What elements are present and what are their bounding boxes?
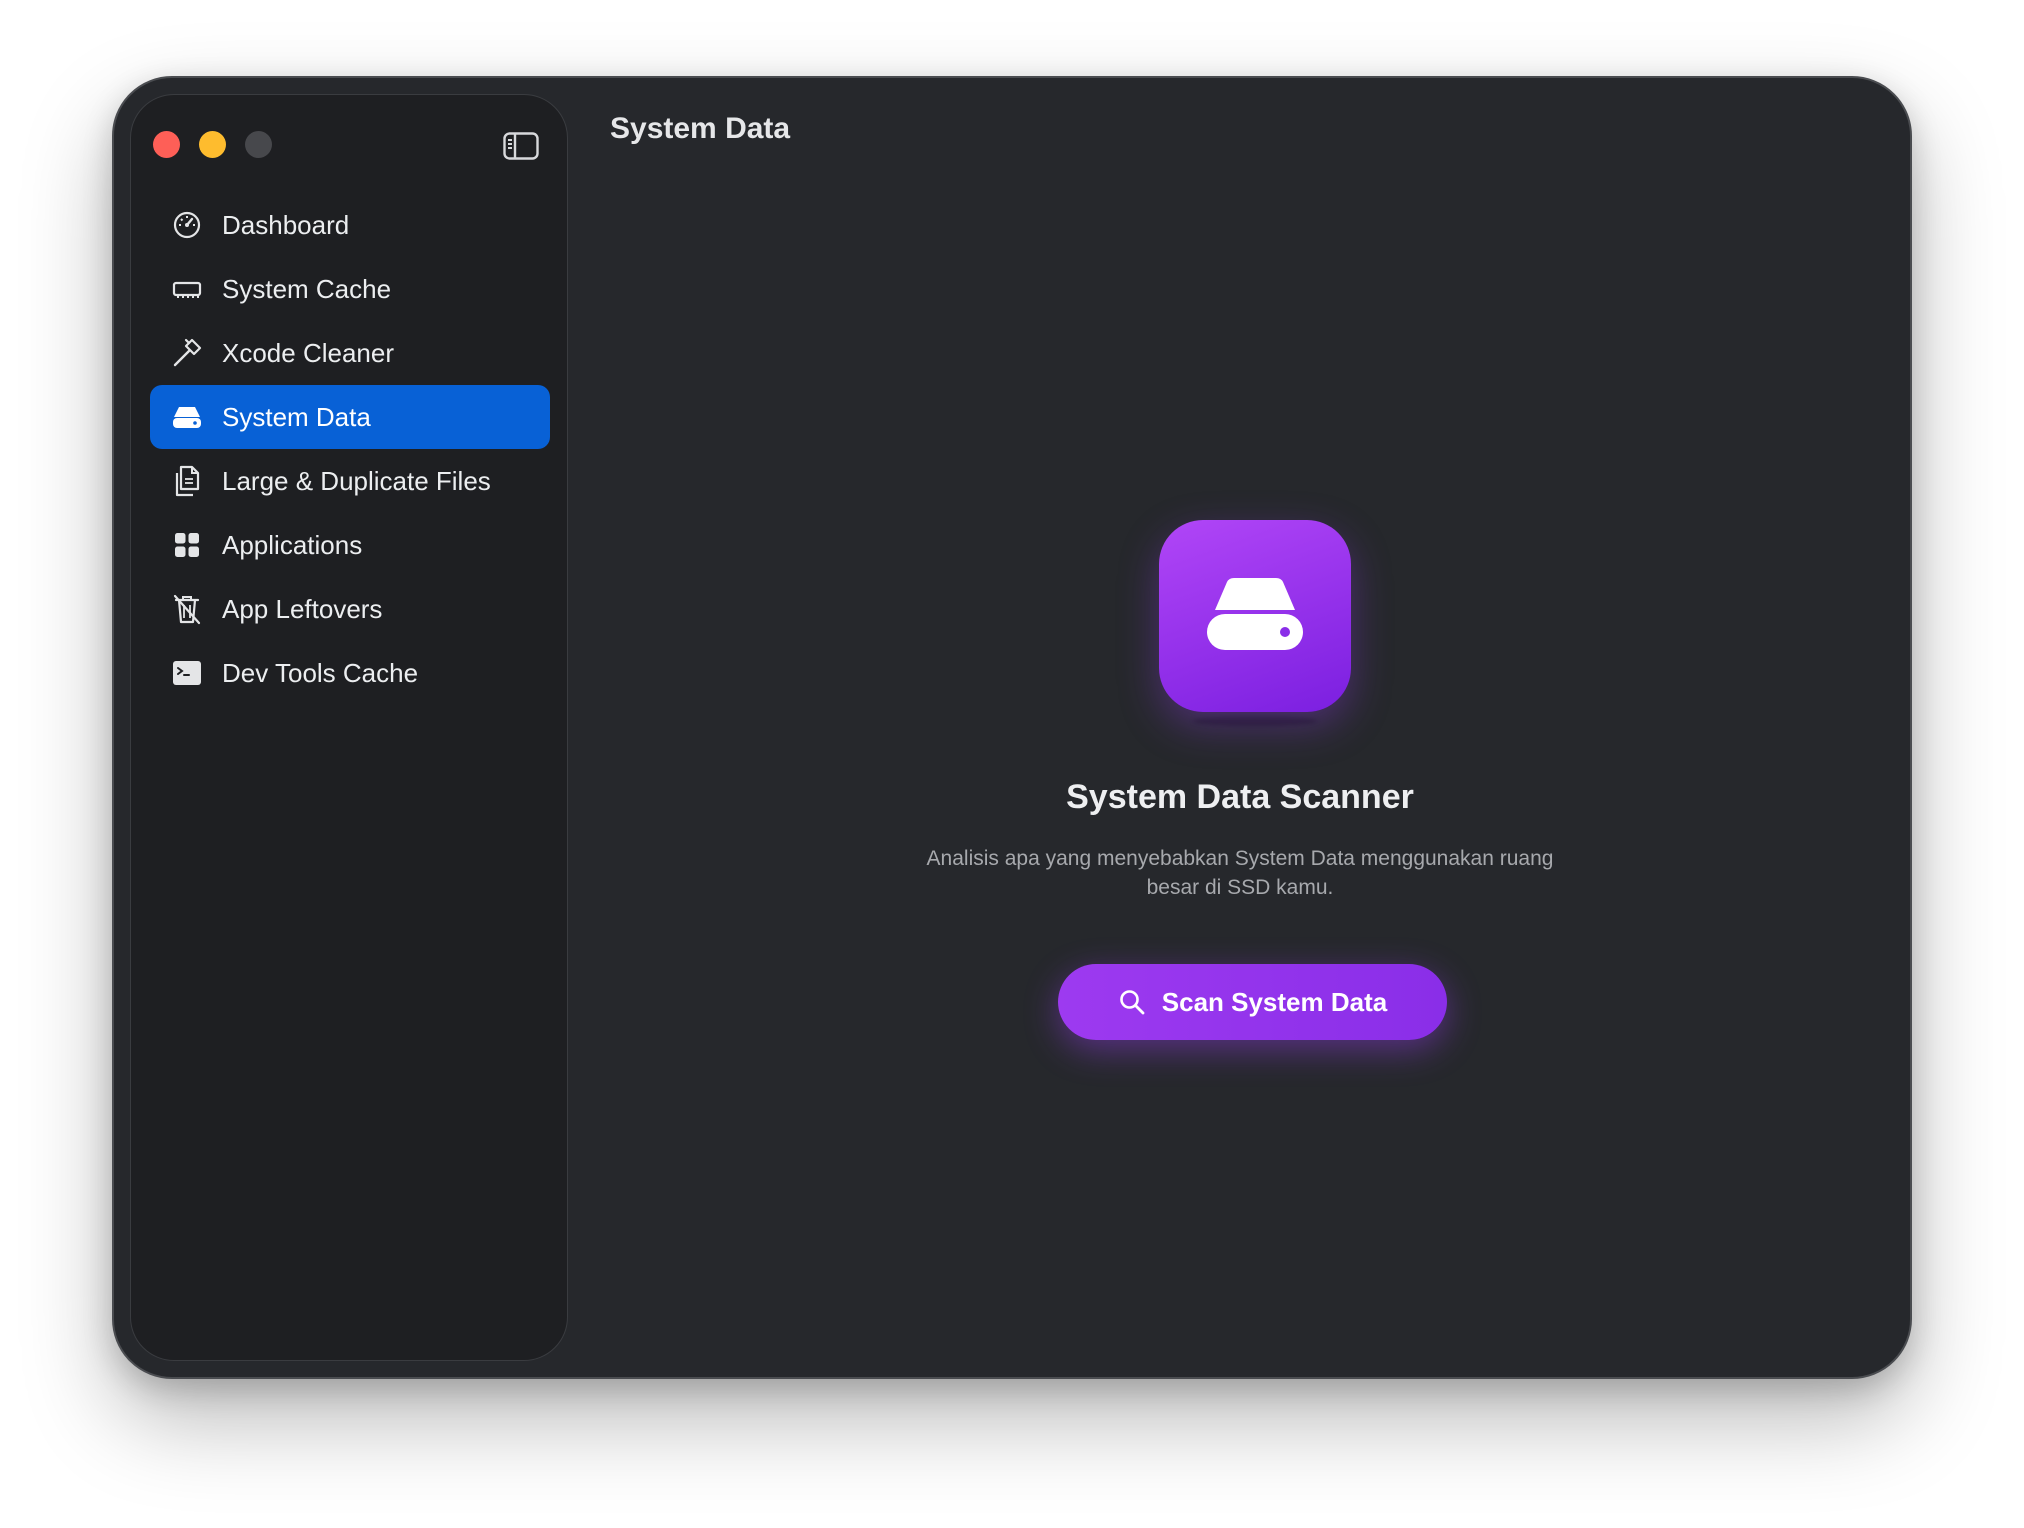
scan-system-data-button[interactable]: Scan System Data [1058,964,1447,1040]
main-content: System Data Scanner Analisis apa yang me… [570,78,1910,1377]
grid-icon [170,528,204,562]
hero-icon-shadow [1193,716,1317,726]
scanner-description: Analisis apa yang menyebabkan System Dat… [926,847,1554,899]
sidebar-item-label: App Leftovers [222,593,383,624]
sidebar-item-label: Xcode Cleaner [222,337,394,368]
sidebar-item-xcode-cleaner[interactable]: Xcode Cleaner [150,321,550,385]
sidebar-item-dev-tools-cache[interactable]: Dev Tools Cache [150,641,550,705]
sidebar-item-label: Applications [222,529,363,560]
documents-icon [170,464,204,498]
terminal-icon [170,656,204,690]
close-button[interactable] [153,131,180,158]
drive-icon [170,400,204,434]
sidebar-item-label: System Data [222,401,371,432]
sidebar-item-large-duplicate-files[interactable]: Large & Duplicate Files [150,449,550,513]
traffic-lights [153,131,272,158]
minimize-button[interactable] [199,131,226,158]
sidebar-toggle-icon [503,132,539,160]
sidebar-item-label: Dev Tools Cache [222,657,419,688]
app-window: Dashboard System Cache Xcode Cleaner Sys… [112,76,1912,1379]
memory-chip-icon [170,272,204,306]
sidebar-item-system-cache[interactable]: System Cache [150,257,550,321]
zoom-button[interactable] [245,131,272,158]
sidebar-item-label: Dashboard [222,209,350,240]
sidebar-item-label: System Cache [222,273,392,304]
sidebar-item-applications[interactable]: Applications [150,513,550,577]
sidebar-nav: Dashboard System Cache Xcode Cleaner Sys… [150,193,550,705]
drive-icon [1159,520,1351,712]
sidebar-item-dashboard[interactable]: Dashboard [150,193,550,257]
scanner-title: System Data Scanner [1066,778,1414,816]
sidebar-item-system-data[interactable]: System Data [150,385,550,449]
sidebar-item-label: Large & Duplicate Files [222,465,491,496]
sidebar: Dashboard System Cache Xcode Cleaner Sys… [130,94,568,1361]
gauge-icon [170,208,204,242]
sidebar-toggle-button[interactable] [502,131,540,161]
sidebar-item-app-leftovers[interactable]: App Leftovers [150,577,550,641]
magnifier-icon [1118,988,1146,1016]
hammer-icon [170,336,204,370]
scan-button-label: Scan System Data [1161,986,1388,1017]
trash-slash-icon [170,592,204,626]
